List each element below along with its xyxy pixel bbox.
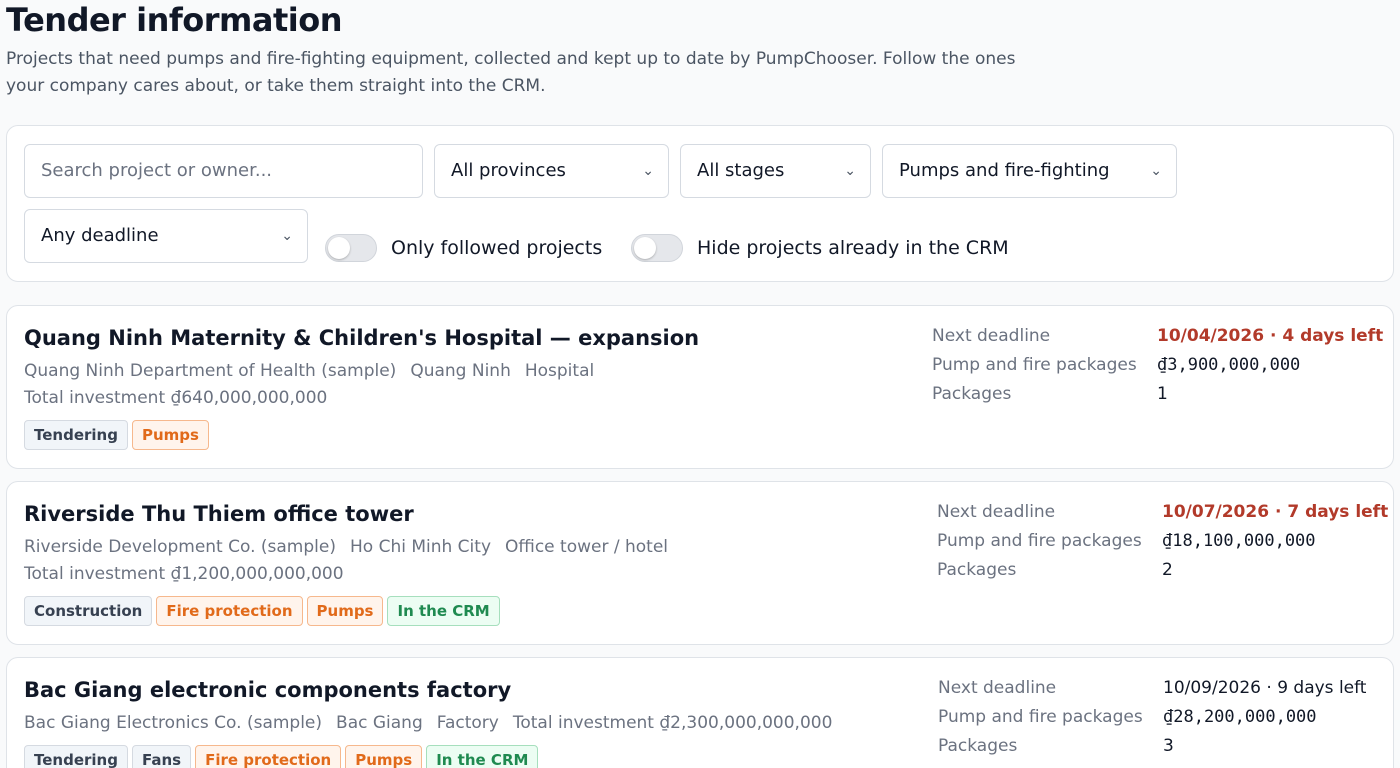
category-badge: Fire protection <box>195 745 342 768</box>
crm-badge: In the CRM <box>426 745 539 768</box>
chevron-down-icon: ⌄ <box>844 163 856 179</box>
status-badge: Tendering <box>24 745 128 768</box>
hide-crm-label: Hide projects already in the CRM <box>697 237 1009 259</box>
project-title[interactable]: Quang Ninh Maternity & Children's Hospit… <box>24 324 699 352</box>
project-card[interactable]: Quang Ninh Maternity & Children's Hospit… <box>6 305 1394 469</box>
package-value: ₫18,100,000,000 <box>1162 531 1316 551</box>
next-deadline-value: 10/04/2026 · 4 days left <box>1157 326 1384 346</box>
project-tags: Tendering Pumps <box>24 420 213 450</box>
project-tags: Construction Fire protection Pumps In the C… <box>24 596 504 626</box>
followed-only-toggle[interactable] <box>325 234 377 262</box>
status-badge: Tendering <box>24 420 128 450</box>
search-input[interactable]: Search project or owner... <box>24 144 423 198</box>
project-owner: Quang Ninh Department of Health (sample) <box>24 361 397 381</box>
chevron-down-icon: ⌄ <box>642 163 654 179</box>
project-province: Ho Chi Minh City <box>349 537 492 557</box>
deadline-select-value: Any deadline <box>41 225 159 246</box>
packages-label: Packages <box>938 736 1018 756</box>
project-type: Hospital <box>524 361 595 381</box>
project-owner: Bac Giang Electronics Co. (sample) <box>24 713 323 733</box>
followed-only-label: Only followed projects <box>391 237 603 259</box>
project-owner: Riverside Development Co. (sample) <box>24 537 336 557</box>
page-title: Tender information <box>6 1 343 39</box>
status-badge: Construction <box>24 596 153 626</box>
packages-label: Packages <box>937 560 1017 580</box>
province-select[interactable]: All provinces ⌄ <box>434 144 669 198</box>
next-deadline-value: 10/09/2026 · 9 days left <box>1163 678 1367 698</box>
project-title[interactable]: Riverside Thu Thiem office tower <box>24 500 414 528</box>
project-meta: Quang Ninh Department of Health (sample)… <box>24 358 608 384</box>
toggle-knob <box>328 237 350 259</box>
project-tags: Tendering Fans Fire protection Pumps In the … <box>24 745 542 768</box>
category-select-value: Pumps and fire-fighting <box>899 160 1110 181</box>
project-type: Factory <box>436 713 499 733</box>
crm-badge: In the CRM <box>387 596 500 626</box>
package-value-label: Pump and fire packages <box>938 707 1143 727</box>
stage-select[interactable]: All stages ⌄ <box>680 144 871 198</box>
packages-label: Packages <box>932 384 1012 404</box>
chevron-down-icon: ⌄ <box>1150 163 1162 179</box>
project-meta: Bac Giang Electronics Co. (sample) Bac Gi… <box>24 710 846 736</box>
filter-panel: Search project or owner... All provinces… <box>6 125 1394 282</box>
package-value-label: Pump and fire packages <box>937 531 1142 551</box>
page-description: Projects that need pumps and fire-fighti… <box>6 49 1016 96</box>
chevron-down-icon: ⌄ <box>281 228 293 244</box>
toggle-knob <box>634 237 656 259</box>
category-badge: Pumps <box>345 745 423 768</box>
package-value-label: Pump and fire packages <box>932 355 1137 375</box>
category-select[interactable]: Pumps and fire-fighting ⌄ <box>882 144 1177 198</box>
packages-count: 2 <box>1162 560 1173 580</box>
project-investment: Total investment ₫1,200,000,000,000 <box>24 564 344 584</box>
project-province: Bac Giang <box>336 713 423 733</box>
next-deadline-label: Next deadline <box>937 502 1056 522</box>
next-deadline-label: Next deadline <box>938 678 1057 698</box>
project-title[interactable]: Bac Giang electronic components factory <box>24 676 511 704</box>
category-badge: Fire protection <box>156 596 303 626</box>
packages-count: 3 <box>1163 736 1174 756</box>
project-type: Office tower / hotel <box>505 537 669 557</box>
project-card[interactable]: Riverside Thu Thiem office tower Riversi… <box>6 481 1394 645</box>
category-badge: Fans <box>131 745 192 768</box>
deadline-select[interactable]: Any deadline ⌄ <box>24 209 308 263</box>
project-province: Quang Ninh <box>410 361 511 381</box>
category-badge: Pumps <box>306 596 384 626</box>
project-investment: Total investment ₫2,300,000,000,000 <box>512 713 833 733</box>
hide-crm-toggle[interactable] <box>631 234 683 262</box>
project-meta: Riverside Development Co. (sample) Ho Chi… <box>24 534 682 560</box>
next-deadline-value: 10/07/2026 · 7 days left <box>1162 502 1389 522</box>
province-select-value: All provinces <box>451 160 566 181</box>
next-deadline-label: Next deadline <box>932 326 1051 346</box>
packages-count: 1 <box>1157 384 1168 404</box>
stage-select-value: All stages <box>697 160 785 181</box>
package-value: ₫28,200,000,000 <box>1163 707 1317 727</box>
package-value: ₫3,900,000,000 <box>1157 355 1301 375</box>
project-investment: Total investment ₫640,000,000,000 <box>24 388 328 408</box>
category-badge: Pumps <box>131 420 209 450</box>
project-card[interactable]: Bac Giang electronic components factory … <box>6 657 1394 768</box>
